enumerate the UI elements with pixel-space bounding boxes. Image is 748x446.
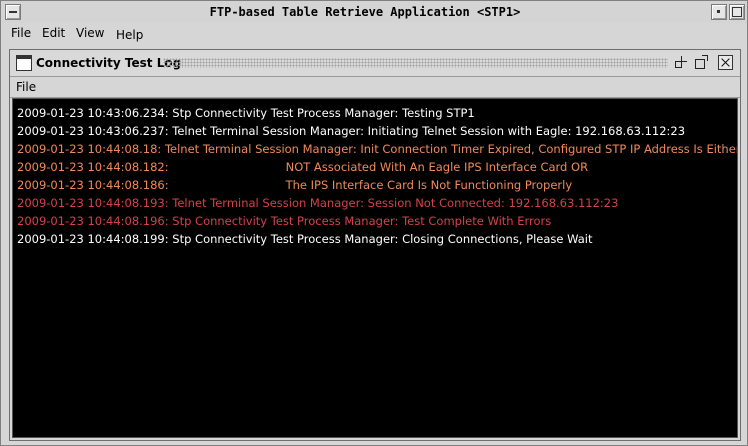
maximize-icon[interactable] [694,55,708,69]
internal-frame-title: Connectivity Test Log [36,56,182,70]
maximize-button[interactable] [729,4,745,20]
log-line: 2009-01-23 10:44:08.186: The IPS Interfa… [17,178,573,192]
title-bar[interactable]: FTP-based Table Retrieve Application <ST… [1,1,747,24]
window-menu-button[interactable] [5,4,21,20]
title-grip-pattern [163,58,668,68]
log-line: 2009-01-23 10:44:08.196: Stp Connectivit… [17,214,552,228]
internal-menu-file[interactable]: File [16,80,36,94]
log-line: 2009-01-23 10:43:06.237: Telnet Terminal… [17,124,686,138]
log-line: 2009-01-23 10:44:08.182: NOT Associated … [17,160,589,174]
minimize-button[interactable] [711,4,727,20]
log-line: 2009-01-23 10:44:08.193: Telnet Terminal… [17,196,619,210]
log-line: 2009-01-23 10:44:08.199: Stp Connectivit… [17,232,593,246]
application-window: FTP-based Table Retrieve Application <ST… [0,0,748,446]
main-menu-bar: File Edit View Help [1,23,747,45]
window-icon [16,55,32,71]
menu-help[interactable]: Help [116,28,143,42]
menu-view[interactable]: View [76,26,104,40]
log-line: 2009-01-23 10:44:08.18: Telnet Terminal … [17,142,738,156]
iconify-icon[interactable] [674,55,688,69]
window-title: FTP-based Table Retrieve Application <ST… [209,5,521,19]
internal-frame-menu-bar: File [10,77,740,98]
connectivity-test-log-frame: Connectivity Test Log File 2009-01-23 10… [9,49,741,441]
menu-file[interactable]: File [11,26,31,40]
menu-edit[interactable]: Edit [42,26,65,40]
log-line: 2009-01-23 10:43:06.234: Stp Connectivit… [17,106,475,120]
log-output-area[interactable]: 2009-01-23 10:43:06.234: Stp Connectivit… [12,98,738,438]
internal-frame-title-bar[interactable]: Connectivity Test Log [10,50,740,77]
close-icon[interactable] [718,55,733,70]
